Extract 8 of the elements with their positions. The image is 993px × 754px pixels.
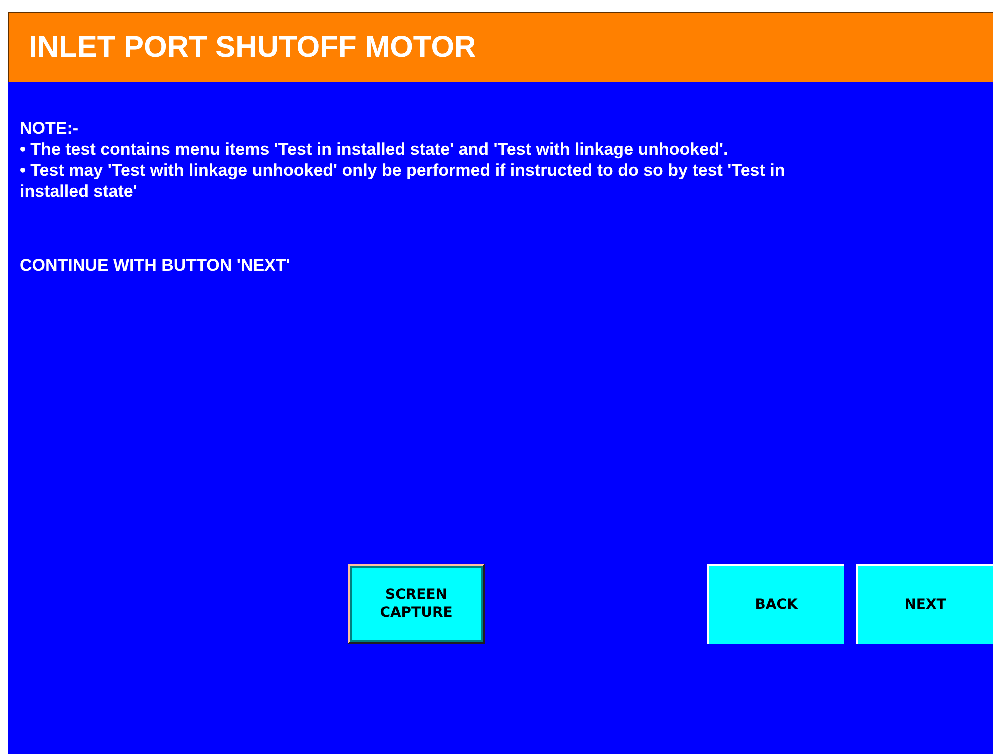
- note-heading: NOTE:-: [20, 118, 80, 139]
- note-text: • Test may 'Test with linkage unhooked' only be performed if instructed to do so by test 'Test in installed state': [20, 160, 786, 202]
- window-title: INLET PORT SHUTOFF MOTOR: [29, 30, 476, 66]
- instruction-text: CONTINUE WITH BUTTON 'NEXT': [20, 255, 292, 276]
- nav-button[interactable]: NEXT: [856, 564, 993, 644]
- note-text: • The test contains menu items 'Test in installed state' and 'Test with linkage unhooked'.: [20, 139, 730, 160]
- capture-button[interactable]: SCREEN CAPTURE: [348, 564, 486, 644]
- nav-button[interactable]: BACK: [707, 564, 844, 644]
